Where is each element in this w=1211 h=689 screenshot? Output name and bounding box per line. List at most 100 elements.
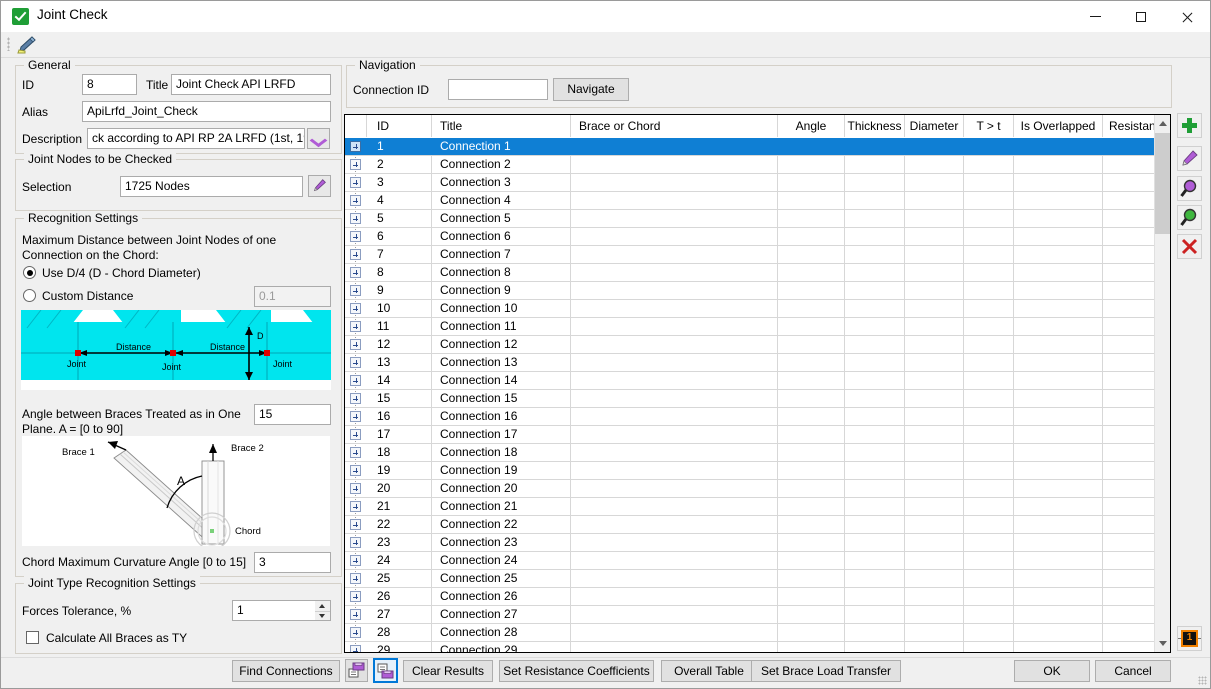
table-row[interactable]: 28Connection 28 [345,624,1170,642]
cell-t-gt-t[interactable] [964,444,1014,461]
cell-thickness[interactable] [845,624,905,641]
cell-t-gt-t[interactable] [964,174,1014,191]
selection-input[interactable]: 1725 Nodes [120,176,303,197]
cell-brace-or-chord[interactable] [571,318,778,335]
cell-diameter[interactable] [905,534,964,551]
table-row[interactable]: 1Connection 1 [345,138,1170,156]
cell-is-overlapped[interactable] [1014,480,1103,497]
cell-is-overlapped[interactable] [1014,570,1103,587]
cell-title[interactable]: Connection 19 [432,462,571,479]
table-row[interactable]: 23Connection 23 [345,534,1170,552]
cell-title[interactable]: Connection 26 [432,588,571,605]
cell-resistance-coef[interactable] [1103,462,1155,479]
cell-diameter[interactable] [905,372,964,389]
cell-thickness[interactable] [845,606,905,623]
expand-row-icon[interactable] [350,555,361,566]
cell-thickness[interactable] [845,354,905,371]
expand-row-icon[interactable] [350,177,361,188]
cell-is-overlapped[interactable] [1014,246,1103,263]
cell-is-overlapped[interactable] [1014,444,1103,461]
cell-resistance-coef[interactable] [1103,606,1155,623]
column-header-title[interactable]: Title [432,115,571,137]
cell-t-gt-t[interactable] [964,210,1014,227]
cell-angle[interactable] [778,138,845,155]
cell-is-overlapped[interactable] [1014,642,1103,652]
cell-thickness[interactable] [845,462,905,479]
expand-row-icon[interactable] [350,285,361,296]
cell-t-gt-t[interactable] [964,498,1014,515]
cell-is-overlapped[interactable] [1014,192,1103,209]
column-header-angle[interactable]: Angle [778,115,845,137]
cell-angle[interactable] [778,408,845,425]
cell-angle[interactable] [778,624,845,641]
cell-is-overlapped[interactable] [1014,552,1103,569]
cell-title[interactable]: Connection 4 [432,192,571,209]
overall-table-button[interactable]: Overall Table [661,660,757,682]
expand-row-icon[interactable] [350,429,361,440]
cell-diameter[interactable] [905,516,964,533]
cell-resistance-coef[interactable] [1103,246,1155,263]
column-header-id[interactable]: ID [367,115,432,137]
expand-row-icon[interactable] [350,627,361,638]
cell-t-gt-t[interactable] [964,570,1014,587]
toolbar-grip[interactable] [7,37,10,51]
cell-is-overlapped[interactable] [1014,354,1103,371]
cell-t-gt-t[interactable] [964,606,1014,623]
cell-diameter[interactable] [905,426,964,443]
cell-is-overlapped[interactable] [1014,138,1103,155]
cell-title[interactable]: Connection 25 [432,570,571,587]
cell-is-overlapped[interactable] [1014,426,1103,443]
cell-id[interactable]: 17 [367,426,432,443]
id-input[interactable]: 8 [82,74,137,95]
cell-brace-or-chord[interactable] [571,552,778,569]
cell-brace-or-chord[interactable] [571,300,778,317]
cell-title[interactable]: Connection 29 [432,642,571,652]
custom-distance-input[interactable]: 0.1 [254,286,331,307]
description-input[interactable]: ck according to API RP 2A LRFD (1st, 199… [87,128,305,149]
cell-angle[interactable] [778,192,845,209]
cell-angle[interactable] [778,462,845,479]
cell-resistance-coef[interactable] [1103,426,1155,443]
cell-title[interactable]: Connection 16 [432,408,571,425]
cell-thickness[interactable] [845,588,905,605]
cell-id[interactable]: 21 [367,498,432,515]
cell-title[interactable]: Connection 12 [432,336,571,353]
cell-diameter[interactable] [905,156,964,173]
table-row[interactable]: 25Connection 25 [345,570,1170,588]
expand-row-icon[interactable] [350,483,361,494]
cell-resistance-coef[interactable] [1103,480,1155,497]
scroll-down-icon[interactable] [1155,635,1171,652]
cell-angle[interactable] [778,498,845,515]
cell-is-overlapped[interactable] [1014,462,1103,479]
cell-brace-or-chord[interactable] [571,570,778,587]
cell-id[interactable]: 7 [367,246,432,263]
cell-id[interactable]: 19 [367,462,432,479]
cell-angle[interactable] [778,516,845,533]
cell-resistance-coef[interactable] [1103,642,1155,652]
radio-use-d4[interactable] [23,266,36,279]
table-row[interactable]: 14Connection 14 [345,372,1170,390]
column-header-diameter[interactable]: Diameter [905,115,964,137]
cell-id[interactable]: 29 [367,642,432,652]
table-row[interactable]: 19Connection 19 [345,462,1170,480]
cell-is-overlapped[interactable] [1014,516,1103,533]
cell-brace-or-chord[interactable] [571,588,778,605]
cell-thickness[interactable] [845,138,905,155]
expand-row-icon[interactable] [350,537,361,548]
cell-resistance-coef[interactable] [1103,210,1155,227]
cell-brace-or-chord[interactable] [571,534,778,551]
cell-is-overlapped[interactable] [1014,336,1103,353]
table-row[interactable]: 27Connection 27 [345,606,1170,624]
cell-is-overlapped[interactable] [1014,408,1103,425]
curvature-input[interactable]: 3 [254,552,331,573]
table-row[interactable]: 20Connection 20 [345,480,1170,498]
cell-title[interactable]: Connection 7 [432,246,571,263]
cell-resistance-coef[interactable] [1103,174,1155,191]
cell-angle[interactable] [778,282,845,299]
cell-resistance-coef[interactable] [1103,588,1155,605]
title-input[interactable]: Joint Check API LRFD [171,74,331,95]
add-icon[interactable] [1177,113,1202,138]
cell-is-overlapped[interactable] [1014,174,1103,191]
cell-is-overlapped[interactable] [1014,498,1103,515]
cell-angle[interactable] [778,444,845,461]
